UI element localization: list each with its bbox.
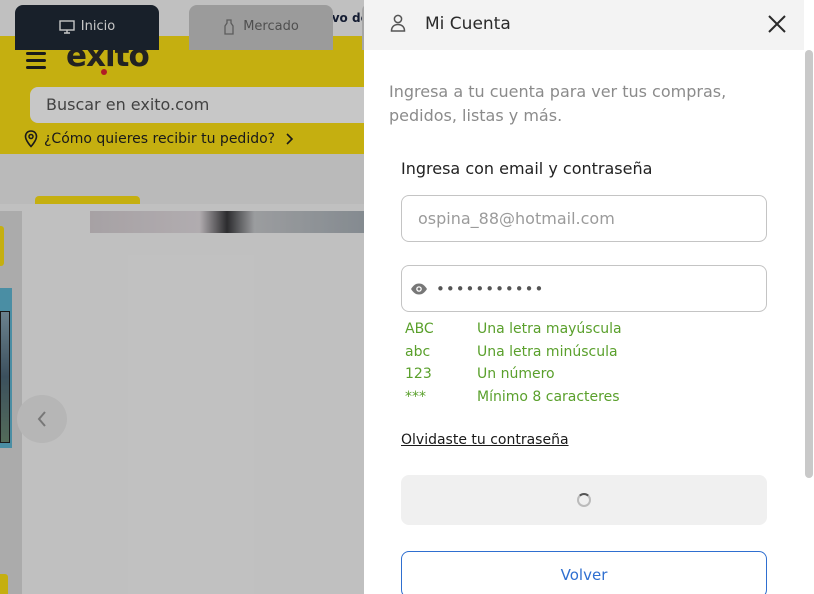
login-intro-text: Ingresa a tu cuenta para ver tus compras…: [389, 82, 727, 125]
login-submit-button[interactable]: [401, 475, 767, 525]
rule-text: Mínimo 8 caracteres: [477, 389, 620, 406]
rule-code: 123: [405, 366, 432, 383]
account-drawer: Mi Cuenta Ingresa a tu cuenta para ver t…: [364, 0, 814, 594]
scrollbar-thumb[interactable]: [805, 50, 813, 478]
login-form-heading: Ingresa con email y contraseña: [401, 159, 653, 178]
password-rule: abc Una letra minúscula: [405, 341, 705, 364]
forgot-password-link[interactable]: Olvidaste tu contraseña: [401, 430, 569, 450]
rule-code: ***: [405, 389, 426, 406]
password-rules: ABC Una letra mayúscula abc Una letra mi…: [405, 318, 705, 409]
rule-text: Una letra minúscula: [477, 343, 618, 360]
email-value: ospina_88@hotmail.com: [418, 209, 615, 228]
email-field[interactable]: ospina_88@hotmail.com: [401, 195, 767, 242]
rule-text: Un número: [477, 366, 555, 383]
drawer-title: Mi Cuenta: [425, 14, 511, 34]
password-value: •••••••••••: [436, 280, 545, 298]
loading-spinner-icon: [577, 493, 591, 507]
rule-code: abc: [405, 343, 431, 360]
modal-overlay[interactable]: [0, 0, 364, 594]
drawer-header: Mi Cuenta: [364, 0, 804, 50]
password-rule: *** Mínimo 8 caracteres: [405, 386, 705, 409]
back-button[interactable]: Volver: [401, 551, 767, 594]
password-field[interactable]: •••••••••••: [401, 265, 767, 312]
rule-code: ABC: [405, 321, 434, 337]
eye-icon[interactable]: [410, 281, 428, 297]
password-rule: ABC Una letra mayúscula: [405, 318, 705, 341]
close-icon[interactable]: [766, 13, 788, 35]
rule-text: Una letra mayúscula: [477, 321, 622, 337]
user-icon: [390, 14, 406, 32]
password-rule: 123 Un número: [405, 363, 705, 386]
background-page: Lanzamiento exclusivo de c éxito ® Busca…: [0, 0, 364, 594]
